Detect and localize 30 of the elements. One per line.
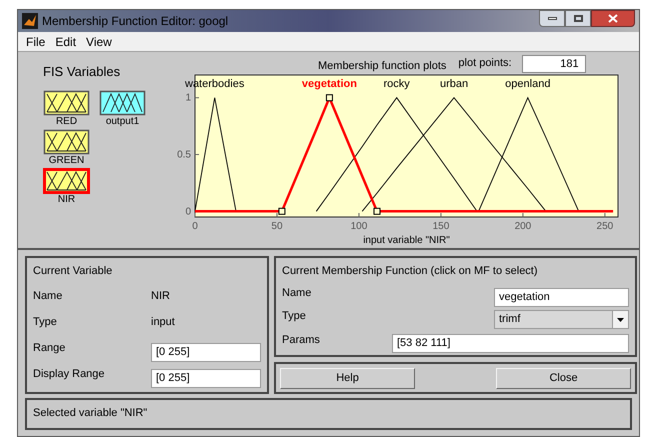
x-axis-label: input variable "NIR" [363,235,450,246]
y-tick-label: 1 [185,92,191,104]
y-tick-label: 0.5 [177,150,191,161]
field-value: NIR [151,288,170,304]
x-tick-label: 150 [432,221,450,232]
field-label: Name [33,288,64,304]
field-label: Type [33,314,58,330]
x-tick-label: 200 [514,221,532,232]
plot-points-label: plot points: [458,56,512,71]
variable-label: RED [56,116,78,128]
field-value: input [151,314,175,330]
variable-label: GREEN [48,154,84,166]
plot-title: Membership function plots [318,59,446,74]
x-tick-label: 250 [596,221,614,232]
window-title: Membership Function Editor: googl [42,13,228,30]
field-label: Range [33,340,66,356]
field-label: Display Range [33,366,106,382]
x-tick-label: 50 [271,221,283,232]
panel-title: Current Variable [33,264,114,279]
variable-label: output1 [106,116,140,128]
y-tick-label: 0 [185,206,191,218]
x-tick-label: 0 [192,221,198,232]
field-label: Name [282,286,312,300]
panel-title: Current Membership Function (click on MF to select) [282,264,539,279]
variable-label: NIR [58,194,76,206]
field-label: Params [282,332,321,348]
field-label: Type [282,309,307,324]
status-message: Selected variable "NIR" [33,407,148,419]
panel-title: FIS Variables [43,63,122,81]
x-tick-label: 100 [350,221,368,232]
